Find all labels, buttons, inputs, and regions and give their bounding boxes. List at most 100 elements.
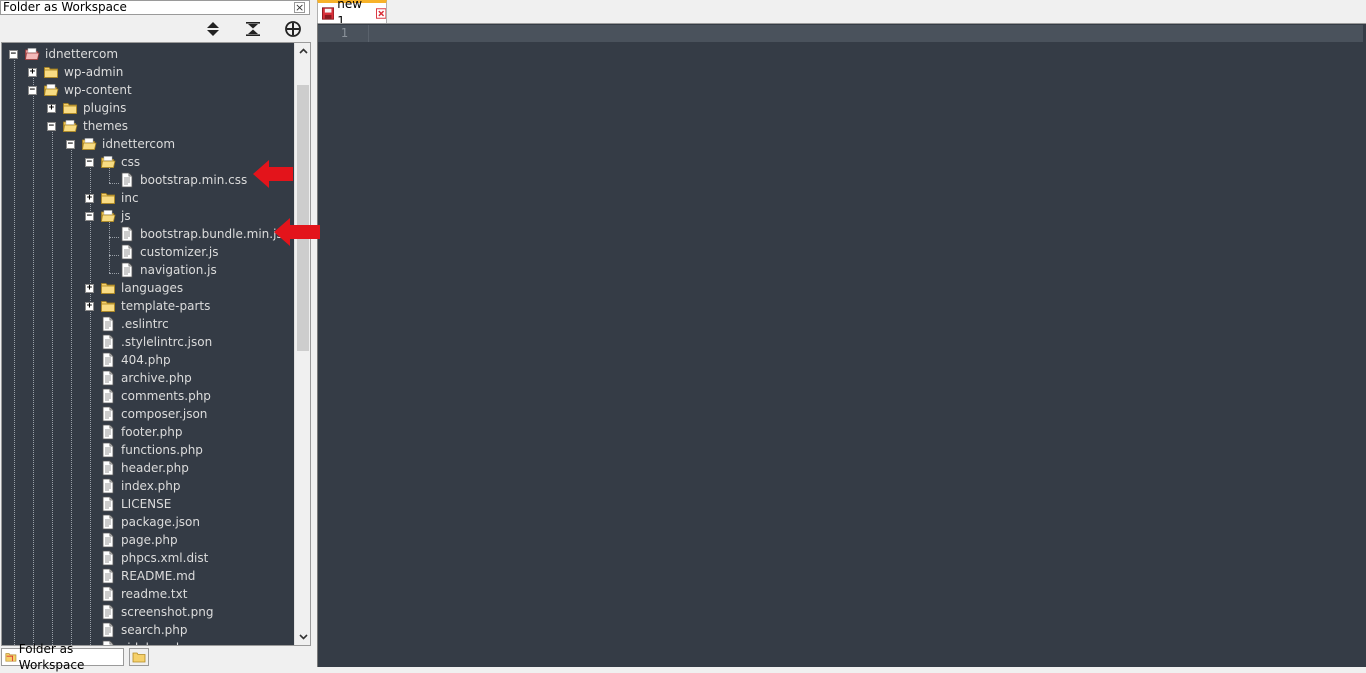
expand-toggle-icon[interactable]: + (85, 194, 94, 203)
file-icon (100, 604, 116, 620)
tree-item-file[interactable]: search.php (2, 621, 295, 639)
collapse-toggle-icon[interactable]: − (85, 158, 94, 167)
tree-item-file[interactable]: bootstrap.min.css (2, 171, 295, 189)
tree-item-file[interactable]: header.php (2, 459, 295, 477)
tree-item-file[interactable]: customizer.js (2, 243, 295, 261)
folder-icon (100, 298, 116, 314)
tree-item-folder[interactable]: − idnettercom (2, 45, 295, 63)
tree-scrollbar[interactable] (294, 43, 310, 645)
tree-item-label: footer.php (121, 425, 183, 439)
tree-item-file[interactable]: composer.json (2, 405, 295, 423)
file-tree: − idnettercom + wp-admin − wp-content + plugins… (2, 43, 295, 645)
collapse-toggle-icon[interactable]: − (9, 50, 18, 59)
expand-all-icon (207, 22, 219, 36)
tree-item-file[interactable]: screenshot.png (2, 603, 295, 621)
close-tab-icon[interactable] (375, 7, 386, 19)
tree-item-file[interactable]: page.php (2, 531, 295, 549)
folder-icon (43, 64, 59, 80)
tree-item-file[interactable]: functions.php (2, 441, 295, 459)
tab-new-1[interactable]: new 1 (317, 0, 387, 28)
tree-item-folder[interactable]: + inc (2, 189, 295, 207)
tree-item-file[interactable]: phpcs.xml.dist (2, 549, 295, 567)
tree-item-label: languages (121, 281, 184, 295)
tree-item-label: comments.php (121, 389, 211, 403)
folder-icon (132, 652, 146, 663)
file-icon (100, 532, 116, 548)
file-icon (100, 406, 116, 422)
expand-toggle-icon[interactable]: + (85, 302, 94, 311)
tab-folder[interactable] (129, 648, 149, 666)
expand-toggle-icon[interactable]: + (85, 284, 94, 293)
folder-as-workspace-panel: Folder as Workspace × − idnettercom + wp… (0, 0, 312, 672)
tree-item-folder[interactable]: + wp-admin (2, 63, 295, 81)
panel-toolbar (0, 16, 312, 42)
collapse-toggle-icon[interactable]: − (85, 212, 94, 221)
current-line-highlight (318, 25, 1363, 42)
tree-item-folder[interactable]: + template-parts (2, 297, 295, 315)
tree-item-folder[interactable]: − wp-content (2, 81, 295, 99)
panel-bottom-tabs: Folder as Workspace (0, 642, 312, 672)
tree-item-file[interactable]: bootstrap.bundle.min.js (2, 225, 295, 243)
file-icon (100, 514, 116, 530)
unsaved-file-icon (322, 6, 335, 20)
scroll-up-button[interactable] (295, 43, 310, 59)
collapse-toggle-icon[interactable]: − (66, 140, 75, 149)
file-icon (100, 388, 116, 404)
tab-folder-as-workspace[interactable]: Folder as Workspace (1, 642, 124, 672)
collapse-toggle-icon[interactable]: − (47, 122, 56, 131)
tree-item-file[interactable]: 404.php (2, 351, 295, 369)
expand-toggle-icon[interactable]: + (28, 68, 37, 77)
tree-item-folder[interactable]: − idnettercom (2, 135, 295, 153)
tree-item-folder[interactable]: + languages (2, 279, 295, 297)
tree-item-label: navigation.js (140, 263, 217, 277)
tree-item-label: js (121, 209, 131, 223)
folder-icon (100, 190, 116, 206)
tree-item-file[interactable]: package.json (2, 513, 295, 531)
tree-item-file[interactable]: .eslintrc (2, 315, 295, 333)
folder-open-icon (100, 208, 116, 224)
tree-item-file[interactable]: footer.php (2, 423, 295, 441)
file-icon (100, 568, 116, 584)
tab-folder-as-workspace-label: Folder as Workspace (18, 642, 85, 672)
folder-workspace-icon (5, 653, 17, 662)
text-editor[interactable]: 1 (317, 23, 1366, 667)
tree-item-file[interactable]: LICENSE (2, 495, 295, 513)
collapse-all-button[interactable] (242, 18, 264, 40)
tree-item-folder[interactable]: − js (2, 207, 295, 225)
tree-item-label: header.php (121, 461, 189, 475)
tree-item-label: index.php (121, 479, 181, 493)
file-icon (119, 172, 135, 188)
tree-item-label: wp-content (64, 83, 132, 97)
tree-item-file[interactable]: archive.php (2, 369, 295, 387)
panel-close-button[interactable]: × (294, 2, 305, 13)
tree-item-file[interactable]: index.php (2, 477, 295, 495)
folder-open-icon (81, 136, 97, 152)
locate-current-file-button[interactable] (282, 18, 304, 40)
tree-item-label: themes (83, 119, 129, 133)
tree-item-label: idnettercom (102, 137, 176, 151)
file-icon (100, 622, 116, 638)
tree-item-file[interactable]: comments.php (2, 387, 295, 405)
file-icon (119, 226, 135, 242)
tree-item-folder[interactable]: + plugins (2, 99, 295, 117)
collapse-toggle-icon[interactable]: − (28, 86, 37, 95)
tree-item-label: .eslintrc (121, 317, 169, 331)
line-number: 1 (340, 26, 348, 40)
tree-item-file[interactable]: README.md (2, 567, 295, 585)
file-icon (100, 478, 116, 494)
tree-item-file[interactable]: navigation.js (2, 261, 295, 279)
panel-title-text: Folder as Workspace (3, 0, 127, 14)
tree-item-label: .stylelintrc.json (121, 335, 213, 349)
tree-item-file[interactable]: readme.txt (2, 585, 295, 603)
folder-open-icon (100, 154, 116, 170)
expand-all-button[interactable] (202, 18, 224, 40)
tree-item-folder[interactable]: − themes (2, 117, 295, 135)
scroll-down-button[interactable] (295, 629, 310, 645)
annotation-arrow-icon (274, 218, 320, 246)
chevron-up-icon (298, 48, 308, 54)
expand-toggle-icon[interactable]: + (47, 104, 56, 113)
tree-item-label: README.md (121, 569, 196, 583)
tree-item-file[interactable]: .stylelintrc.json (2, 333, 295, 351)
locate-current-file-icon (285, 21, 301, 37)
tree-item-folder[interactable]: − css (2, 153, 295, 171)
